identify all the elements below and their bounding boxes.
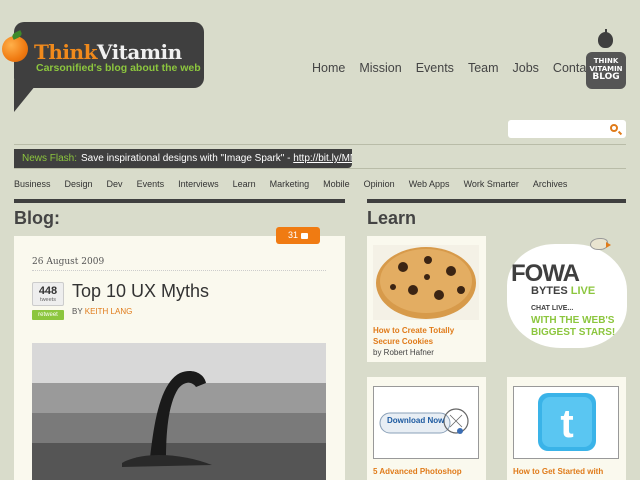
category-dev[interactable]: Dev [107,179,123,189]
post-title[interactable]: Top 10 UX Myths [72,281,209,302]
fowa-tagline-line-1: WITH THE WEB'S [531,315,615,326]
learn-card-twitter-title[interactable]: How to Get Started with [513,466,623,477]
cookie-illustration [376,247,476,319]
bird-beak [606,242,611,248]
blog-badge[interactable]: THINK VITAMIN BLOG [586,52,626,89]
news-flash-bar: News Flash: Save inspirational designs wi… [14,149,352,168]
blog-badge-line-1: THINK [593,57,619,65]
learn-card-photoshop-title[interactable]: 5 Advanced Photoshop [373,466,483,477]
category-archives[interactable]: Archives [533,179,568,189]
learn-card-cookies-title[interactable]: How to Create Totally Secure Cookies [373,325,483,347]
post-image-loch-ness[interactable] [32,343,326,480]
comment-count-badge[interactable]: 31 [276,227,320,244]
nav-team[interactable]: Team [468,61,499,75]
fowa-live: LIVE [570,285,596,297]
logo-vitamin: Vitamin [96,40,182,64]
category-mobile[interactable]: Mobile [323,179,350,189]
post-byline: BY KEITH LANG [72,307,132,316]
category-business[interactable]: Business [14,179,51,189]
post-author[interactable]: KEITH LANG [85,307,133,316]
fowa-chat-live: CHAT LIVE... [531,305,574,312]
category-events[interactable]: Events [137,179,165,189]
main-nav: Home Mission Events Team Jobs Contact [312,61,610,75]
date-divider [32,270,326,271]
twitter-thumbnail: t [513,386,619,459]
fowa-tagline: WITH THE WEB'S BIGGEST STARS! [531,315,615,339]
category-web-apps[interactable]: Web Apps [409,179,450,189]
nav-home[interactable]: Home [312,61,345,75]
comment-count: 31 [287,230,298,240]
category-nav: Business Design Dev Events Interviews Le… [14,179,581,189]
category-work-smarter[interactable]: Work Smarter [464,179,519,189]
search-input[interactable] [508,120,626,138]
twitter-icon: t [514,387,618,458]
fowa-title: FOWA [511,260,580,287]
category-opinion[interactable]: Opinion [364,179,395,189]
news-flash-link[interactable]: http://bit.ly/MNDgj [293,153,352,164]
learn-column-bar [367,199,626,203]
header-divider [14,144,626,145]
learn-card-cookies-author: by Robert Hafner [373,348,434,357]
svg-text:t: t [560,402,573,446]
learn-heading: Learn [367,208,417,228]
retweet-button[interactable]: retweet [32,310,64,320]
apple-icon [598,32,613,48]
nav-mission[interactable]: Mission [359,61,401,75]
tweet-count-label: tweets [40,297,56,303]
fowa-tagline-line-2: BIGGEST STARS! [531,327,616,338]
site-logo[interactable]: ThinkVitamin [34,40,182,64]
nav-jobs[interactable]: Jobs [513,61,539,75]
orange-logo-icon [2,36,28,62]
news-flash-label: News Flash: [22,153,78,164]
fowa-bytes-live: BYTES LIVE [531,285,595,297]
blog-column-bar [14,199,345,203]
fowa-promo[interactable]: FOWA BYTES LIVE CHAT LIVE... WITH THE WE… [507,236,627,348]
download-now-label[interactable]: Download Now [387,416,444,425]
comment-bubble-icon [301,232,308,239]
nav-events[interactable]: Events [416,61,454,75]
blog-badge-line-3: BLOG [592,72,620,82]
category-design[interactable]: Design [65,179,93,189]
site-tagline: Carsonified's blog about the web [36,62,201,74]
cookie-image [373,245,479,320]
category-marketing[interactable]: Marketing [270,179,310,189]
blog-heading: Blog: [14,208,60,228]
category-interviews[interactable]: Interviews [178,179,219,189]
tweet-counter[interactable]: 448 tweets [32,282,64,306]
logo-think: Think [34,40,97,64]
news-flash-text: Save inspirational designs with "Image S… [81,153,294,164]
post-date: 26 August 2009 [32,257,105,267]
search-icon[interactable] [610,124,618,132]
logo-bubble-tail [14,80,40,112]
byline-prefix: BY [72,307,83,316]
fowa-bytes: BYTES [531,285,568,297]
tweet-count: 448 [38,285,58,297]
category-learn[interactable]: Learn [233,179,256,189]
loch-ness-monster-image [32,343,326,480]
news-divider [14,168,626,169]
